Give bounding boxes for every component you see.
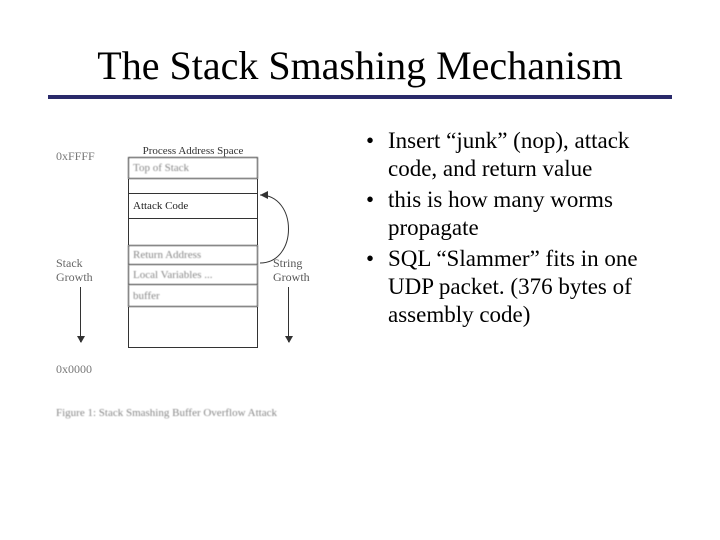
string-growth-arrow — [288, 287, 289, 342]
row-gap-2 — [128, 219, 258, 245]
stack-column: Process Address Space Top of Stack Attac… — [128, 145, 258, 348]
addr-bottom-label: 0x0000 — [56, 362, 92, 377]
bullet-item: Insert “junk” (nop), attack code, and re… — [366, 127, 672, 182]
row-gap-1 — [128, 179, 258, 193]
slide-title: The Stack Smashing Mechanism — [48, 42, 672, 89]
stack-growth-label: Stack Growth — [56, 257, 93, 285]
process-address-space-header: Process Address Space — [128, 145, 258, 157]
row-gap-bottom — [128, 307, 258, 348]
bullet-item: SQL “Slammer” fits in one UDP packet. (3… — [366, 245, 672, 328]
row-return-address: Return Address — [128, 245, 258, 265]
row-attack-code: Attack Code — [128, 193, 258, 219]
figure-caption: Figure 1: Stack Smashing Buffer Overflow… — [56, 407, 277, 419]
bullet-list: Insert “junk” (nop), attack code, and re… — [366, 127, 672, 457]
row-buffer: buffer — [128, 285, 258, 307]
stack-diagram: 0xFFFF 0x0000 Stack Growth String Growth… — [48, 127, 348, 457]
stack-growth-arrow — [80, 287, 81, 342]
content-row: 0xFFFF 0x0000 Stack Growth String Growth… — [48, 127, 672, 457]
row-top-of-stack: Top of Stack — [128, 157, 258, 179]
row-local-variables: Local Variables ... — [128, 265, 258, 285]
addr-top-label: 0xFFFF — [56, 149, 95, 164]
title-underline — [48, 95, 672, 99]
bullet-item: this is how many worms propagate — [366, 186, 672, 241]
return-pointer-arrow — [258, 187, 318, 277]
